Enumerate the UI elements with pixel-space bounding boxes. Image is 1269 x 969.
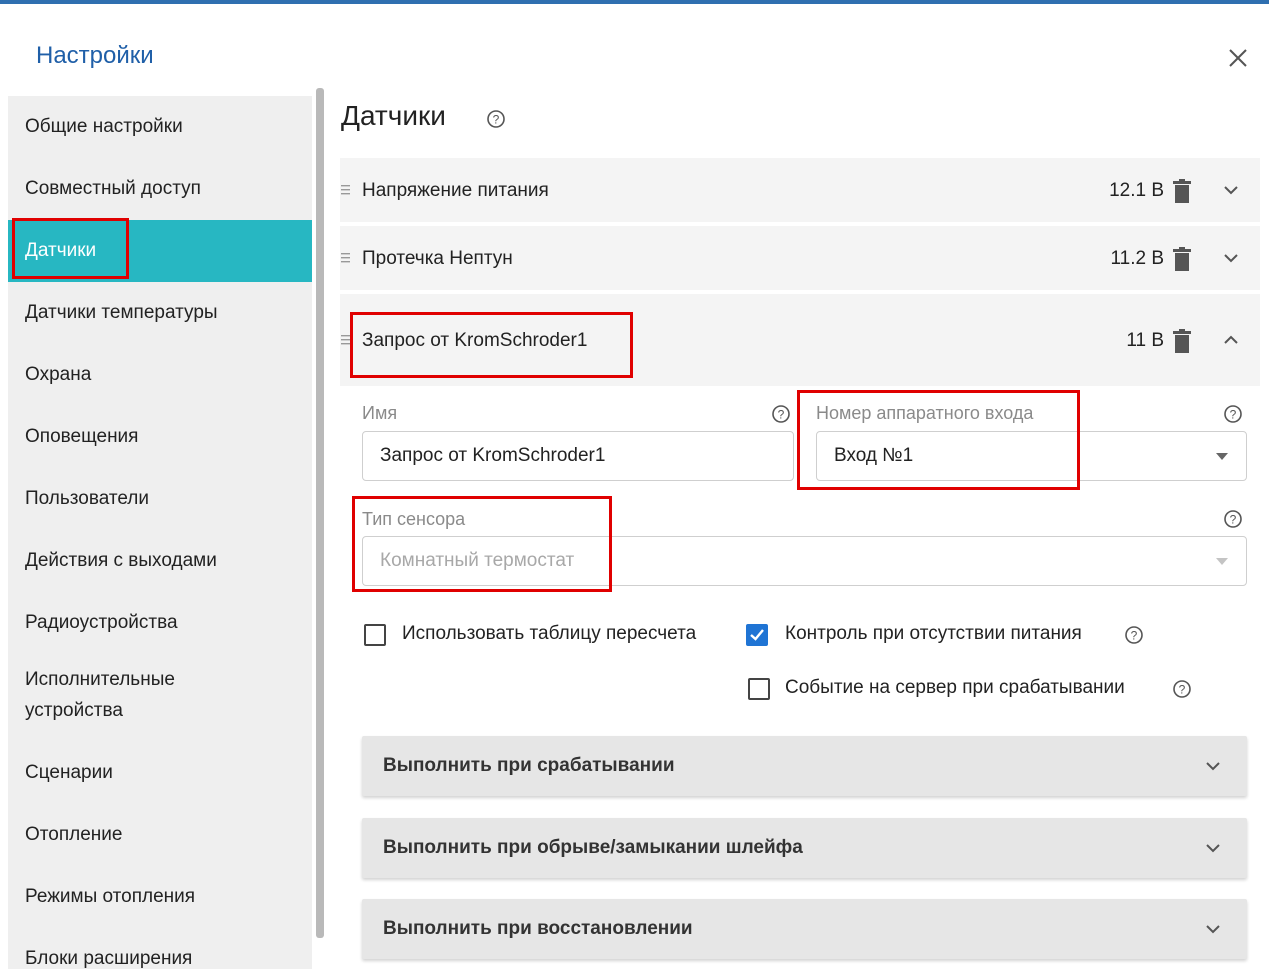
sidebar-item-label: Радиоустройства <box>25 612 178 633</box>
sensor-name: Запрос от KromSchroder1 <box>362 330 588 351</box>
help-icon[interactable]: ? <box>1124 625 1144 645</box>
sensor-name: Протечка Нептун <box>362 248 513 269</box>
sidebar-item-label: Исполнительные <box>25 669 175 690</box>
sidebar-scrollbar[interactable] <box>316 88 324 938</box>
svg-text:?: ? <box>1230 513 1237 527</box>
accordion-label: Выполнить при обрыве/замыкании шлейфа <box>383 837 803 858</box>
name-label: Имя <box>362 403 398 423</box>
server-event-label: Событие на сервер при срабатывании <box>785 677 1125 698</box>
chevron-up-icon[interactable] <box>1222 333 1240 347</box>
sidebar-item-sensors[interactable]: Датчики <box>8 220 312 282</box>
settings-sidebar: Общие настройки Совместный доступ Датчик… <box>8 96 312 969</box>
sidebar-item-output-actions[interactable]: Действия с выходами <box>8 530 312 592</box>
svg-text:?: ? <box>1131 629 1138 643</box>
sidebar-item-label: Действия с выходами <box>25 550 217 571</box>
sensor-value: 12.1 В <box>1109 180 1164 201</box>
sidebar-item-temperature-sensors[interactable]: Датчики температуры <box>8 282 312 344</box>
checkmark-icon <box>750 629 764 641</box>
caret-down-icon[interactable] <box>1216 453 1228 460</box>
sensor-type-select[interactable]: Комнатный термостат <box>362 536 1247 586</box>
accordion-on-restore[interactable]: Выполнить при восстановлении <box>362 899 1247 959</box>
recalc-table-label: Использовать таблицу пересчета <box>402 623 697 644</box>
sidebar-item-heating-modes[interactable]: Режимы отопления <box>8 866 312 928</box>
sidebar-item-label: Датчики <box>25 240 97 261</box>
svg-text:?: ? <box>778 408 785 422</box>
recalc-table-checkbox[interactable] <box>364 624 386 646</box>
sensor-type-value: Комнатный термостат <box>380 550 575 571</box>
sidebar-item-users[interactable]: Пользователи <box>8 468 312 530</box>
help-icon[interactable]: ? <box>1172 679 1192 699</box>
sensor-name: Напряжение питания <box>362 180 549 201</box>
trash-icon[interactable] <box>1172 329 1192 353</box>
drag-handle-icon[interactable] <box>341 184 350 196</box>
sensor-value: 11 В <box>1126 330 1164 351</box>
svg-text:?: ? <box>493 113 500 127</box>
sidebar-item-security[interactable]: Охрана <box>8 344 312 406</box>
sensor-row-expanded[interactable]: Запрос от KromSchroder1 11 В <box>340 294 1260 388</box>
sidebar-item-label: Общие настройки <box>25 116 183 137</box>
svg-text:?: ? <box>1179 683 1186 697</box>
close-icon[interactable] <box>1224 44 1252 72</box>
sensor-row[interactable]: Протечка Нептун 11.2 В <box>340 226 1260 292</box>
sidebar-item-actuators[interactable]: Исполнительные устройства <box>8 656 312 732</box>
chevron-down-icon <box>1206 844 1220 853</box>
sidebar-item-label: Сценарии <box>25 762 113 783</box>
trash-icon[interactable] <box>1172 179 1192 203</box>
svg-text:?: ? <box>1230 408 1237 422</box>
accordion-on-trigger[interactable]: Выполнить при срабатывании <box>362 736 1247 796</box>
chevron-down-icon <box>1206 762 1220 771</box>
sidebar-item-label: Датчики температуры <box>25 302 218 323</box>
sidebar-item-general[interactable]: Общие настройки <box>8 96 312 158</box>
sidebar-item-expansion-blocks[interactable]: Блоки расширения <box>8 928 312 969</box>
sidebar-item-label: Совместный доступ <box>25 178 201 199</box>
drag-handle-icon[interactable] <box>341 252 350 264</box>
sensor-row[interactable]: Напряжение питания 12.1 В <box>340 158 1260 224</box>
help-icon[interactable]: ? <box>486 109 506 129</box>
sidebar-item-heating[interactable]: Отопление <box>8 804 312 866</box>
chevron-down-icon[interactable] <box>1222 251 1240 265</box>
name-input-value: Запрос от KromSchroder1 <box>380 445 606 466</box>
sidebar-item-label: Отопление <box>25 824 123 845</box>
sidebar-item-label: Режимы отопления <box>25 886 196 907</box>
accordion-label: Выполнить при срабатывании <box>383 755 675 776</box>
name-input[interactable]: Запрос от KromSchroder1 <box>362 431 794 481</box>
trash-icon[interactable] <box>1172 247 1192 271</box>
help-icon[interactable]: ? <box>1223 404 1243 424</box>
power-control-checkbox[interactable] <box>746 624 768 646</box>
chevron-down-icon <box>1206 925 1220 934</box>
accordion-label: Выполнить при восстановлении <box>383 918 693 939</box>
sidebar-item-label: Охрана <box>25 364 92 385</box>
sidebar-item-notifications[interactable]: Оповещения <box>8 406 312 468</box>
chevron-down-icon[interactable] <box>1222 183 1240 197</box>
sidebar-item-label-line2: устройства <box>25 700 123 721</box>
sidebar-item-label: Блоки расширения <box>25 948 193 969</box>
sidebar-item-sharing[interactable]: Совместный доступ <box>8 158 312 220</box>
dialog-header: Настройки <box>0 4 1269 84</box>
server-event-checkbox[interactable] <box>748 678 770 700</box>
page-title: Датчики <box>341 100 446 131</box>
hardware-input-label: Номер аппаратного входа <box>816 403 1034 423</box>
caret-down-icon <box>1216 558 1228 565</box>
sensor-type-label: Тип сенсора <box>362 509 466 529</box>
accordion-on-loop-break[interactable]: Выполнить при обрыве/замыкании шлейфа <box>362 818 1247 878</box>
help-icon[interactable]: ? <box>771 404 791 424</box>
hardware-input-select[interactable]: Вход №1 <box>816 431 1247 481</box>
dialog-title: Настройки <box>36 42 154 69</box>
sensor-value: 11.2 В <box>1110 248 1164 269</box>
sidebar-item-label: Пользователи <box>25 488 150 509</box>
help-icon[interactable]: ? <box>1223 509 1243 529</box>
hardware-input-value: Вход №1 <box>834 445 914 466</box>
sidebar-item-label: Оповещения <box>25 426 139 447</box>
sidebar-item-radio-devices[interactable]: Радиоустройства <box>8 592 312 654</box>
sidebar-item-scenarios[interactable]: Сценарии <box>8 742 312 804</box>
drag-handle-icon[interactable] <box>341 334 350 346</box>
power-control-label: Контроль при отсутствии питания <box>785 623 1082 644</box>
